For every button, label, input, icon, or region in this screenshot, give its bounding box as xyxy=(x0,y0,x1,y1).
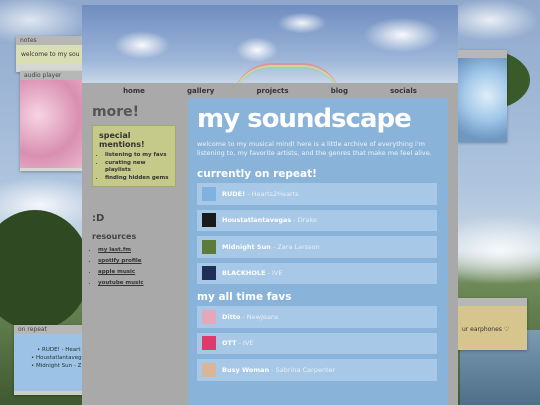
song-title: OTT xyxy=(222,339,237,348)
special-mention-item: listening to my favs xyxy=(105,152,169,160)
song-title: RUDE! xyxy=(222,189,246,198)
header-banner xyxy=(82,5,458,83)
song-title: Ditto xyxy=(222,312,241,321)
special-mentions-box: special mentions! listening to my favs c… xyxy=(92,125,176,187)
nav-home[interactable]: home xyxy=(123,87,145,95)
background-tree xyxy=(0,210,90,330)
song-row[interactable]: Ditto - NewJeans xyxy=(197,306,437,328)
sidebar-emote: :D xyxy=(92,213,105,224)
repeat-list: RUDE! - Hearts2Hearts Houstatlantavegas -… xyxy=(197,183,439,284)
resource-link-spotify[interactable]: spotify profile xyxy=(98,256,176,267)
song-row[interactable]: RUDE! - Hearts2Hearts xyxy=(197,183,437,205)
earphones-window[interactable]: ur earphones ♡ xyxy=(457,298,527,350)
song-row[interactable]: Houstatlantavegas - Drake xyxy=(197,209,437,231)
notes-window-title: notes xyxy=(16,36,84,45)
song-artist: IVE xyxy=(271,269,283,278)
on-repeat-item: • Houstatlantaveg xyxy=(31,355,82,361)
sidebar-heading: more! xyxy=(92,104,139,120)
sidebar: more! special mentions! listening to my … xyxy=(82,98,186,405)
resources-title: resources xyxy=(92,232,137,241)
resource-link-apple-music[interactable]: apple music xyxy=(98,267,176,278)
nav-projects[interactable]: projects xyxy=(256,87,288,95)
main-window: home gallery projects blog socials more!… xyxy=(82,5,458,405)
song-row[interactable]: BLACKHOLE - IVE xyxy=(197,262,437,284)
nav-gallery[interactable]: gallery xyxy=(187,87,214,95)
song-row[interactable]: OTT - IVE xyxy=(197,332,437,354)
page-title: my soundscape xyxy=(197,104,412,134)
song-title: Busy Woman xyxy=(222,365,270,374)
image-window-title xyxy=(457,50,507,58)
album-art-thumbnail xyxy=(202,266,216,281)
special-mention-item: curating new playlists xyxy=(105,160,169,175)
song-title: Houstatlantavegas xyxy=(222,216,292,225)
favs-list: Ditto - NewJeans OTT - IVE Busy Woman - Sa… xyxy=(197,306,439,381)
on-repeat-window[interactable]: on repeat • RUDE! - Heart • Houstatlanta… xyxy=(14,325,84,395)
album-art-thumbnail xyxy=(202,336,216,351)
repeat-heading: currently on repeat! xyxy=(197,168,317,180)
nav-blog[interactable]: blog xyxy=(331,87,348,95)
image-window-picture xyxy=(457,58,507,142)
earphones-window-text: ur earphones ♡ xyxy=(457,306,527,350)
audio-player-title: audio player xyxy=(20,71,82,80)
nav-socials[interactable]: socials xyxy=(390,87,417,95)
song-title: BLACKHOLE xyxy=(222,269,266,278)
intro-text: welcome to my musical mind! here is a li… xyxy=(197,140,432,157)
resource-link-youtube-music[interactable]: youtube music xyxy=(98,278,176,289)
album-art-thumbnail xyxy=(202,186,216,201)
song-artist: Sabrina Carpenter xyxy=(275,365,336,374)
navigation-bar: home gallery projects blog socials xyxy=(82,83,458,98)
song-artist: Drake xyxy=(297,216,317,225)
on-repeat-item: • RUDE! - Heart xyxy=(37,347,81,353)
earphones-window-title xyxy=(457,298,527,306)
image-window[interactable] xyxy=(457,50,507,142)
on-repeat-item: • Midnight Sun - Z xyxy=(31,363,82,369)
song-title: Midnight Sun xyxy=(222,242,271,251)
audio-player-window[interactable]: audio player xyxy=(20,71,82,171)
song-artist: IVE xyxy=(243,339,254,348)
main-content: my soundscape welcome to my musical mind… xyxy=(188,98,448,405)
song-artist: Hearts2Hearts xyxy=(251,189,299,198)
notes-window[interactable]: notes welcome to my sou xyxy=(16,36,84,72)
album-art-thumbnail xyxy=(202,362,216,377)
on-repeat-list: • RUDE! - Heart • Houstatlantaveg • Midn… xyxy=(14,334,84,391)
special-mentions-title: special mentions! xyxy=(99,131,145,149)
song-artist: NewJeans xyxy=(246,312,279,321)
notes-window-text: welcome to my sou xyxy=(16,45,84,64)
song-row[interactable]: Busy Woman - Sabrina Carpenter xyxy=(197,359,437,381)
special-mention-item: finding hidden gems xyxy=(105,175,169,183)
album-art-thumbnail xyxy=(202,213,216,228)
on-repeat-title: on repeat xyxy=(14,325,84,334)
favs-heading: my all time favs xyxy=(197,291,292,303)
album-art-thumbnail xyxy=(202,239,216,254)
song-row[interactable]: Midnight Sun - Zara Larsson xyxy=(197,236,437,258)
resource-link-lastfm[interactable]: my last.fm xyxy=(98,245,176,256)
audio-player-artwork xyxy=(20,80,82,168)
album-art-thumbnail xyxy=(202,309,216,324)
song-artist: Zara Larsson xyxy=(277,242,320,251)
